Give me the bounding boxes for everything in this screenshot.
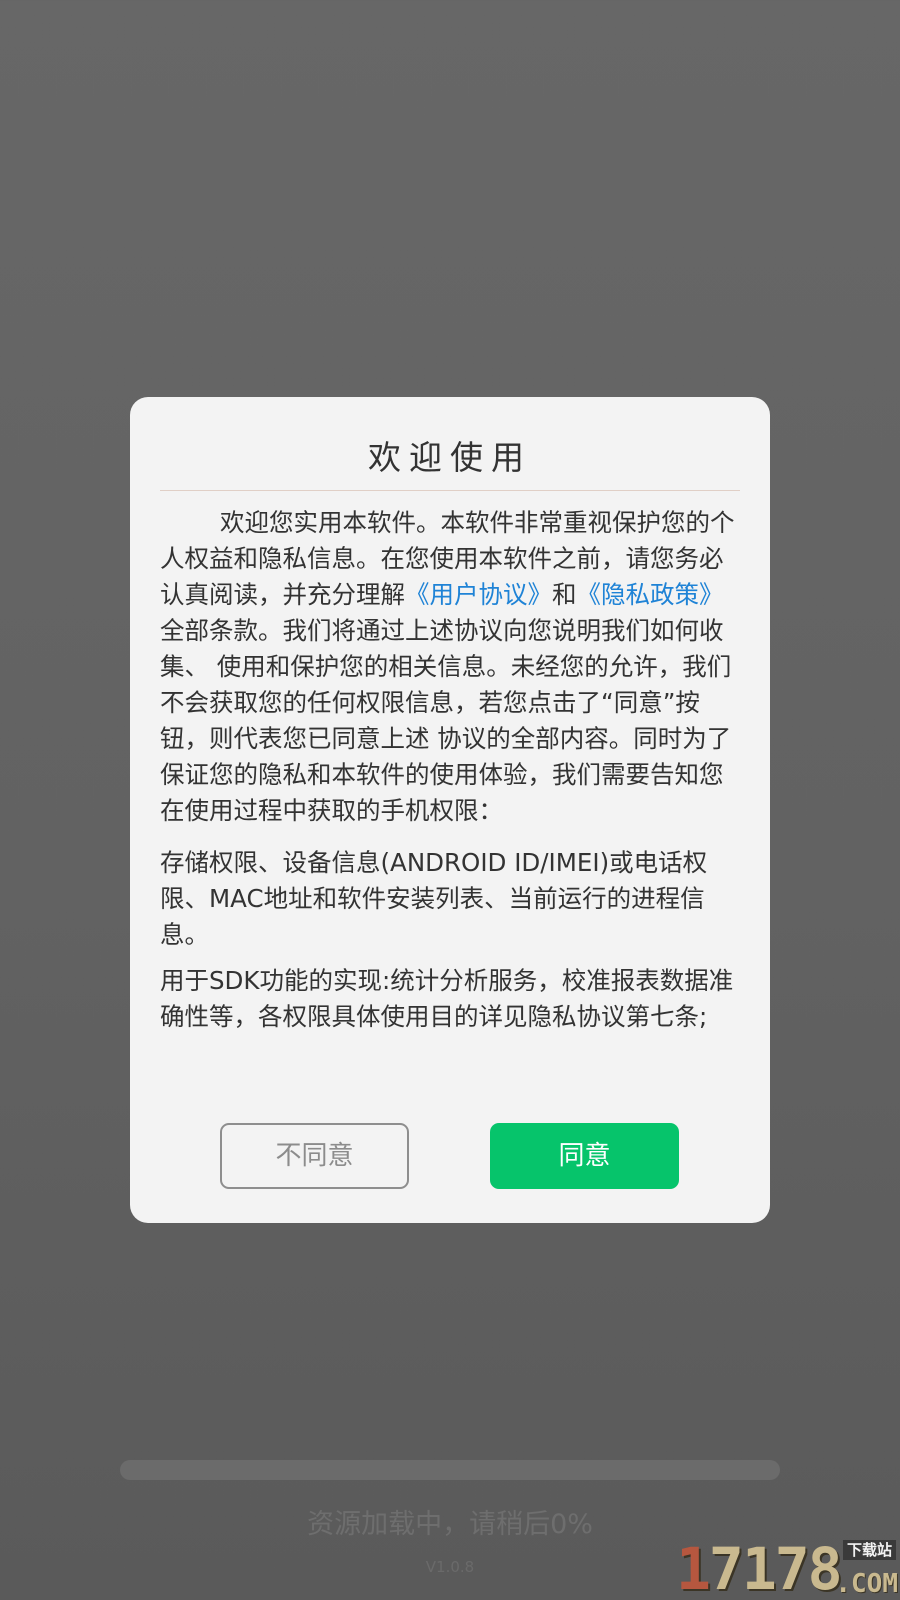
watermark-logo: 17178 下载站 .COM — [676, 1538, 900, 1600]
dialog-title: 欢迎使用 — [368, 438, 532, 477]
agreement-text-rest: 全部条款。我们将通过上述协议向您说明我们如何收集、 使用和保护您的相关信息。未经… — [160, 616, 732, 825]
agreement-paragraph: 欢迎您实用本软件。本软件非常重视保护您的个人权益和隐私信息。在您使用本软件之前，… — [160, 505, 742, 829]
permissions-paragraph: 存储权限、设备信息(ANDROID ID/IMEI)或电话权限、MAC地址和软件… — [160, 848, 708, 949]
sdk-usage-paragraph: 用于SDK功能的实现:统计分析服务，校准报表数据准确性等，各权限具体使用目的详见… — [160, 966, 734, 1031]
loading-progress-bar — [120, 1460, 780, 1480]
watermark-tag: 下载站 — [842, 1540, 896, 1560]
dialog-body: 欢迎您实用本软件。本软件非常重视保护您的个人权益和隐私信息。在您使用本软件之前，… — [160, 505, 742, 1035]
title-divider — [160, 490, 740, 491]
and-text: 和 — [552, 580, 577, 609]
agree-button[interactable]: 同意 — [490, 1123, 679, 1189]
user-agreement-link[interactable]: 《用户协议》 — [405, 580, 552, 609]
watermark-number: 17178 — [676, 1535, 843, 1600]
disagree-button[interactable]: 不同意 — [220, 1123, 409, 1189]
privacy-dialog: 欢迎使用 欢迎您实用本软件。本软件非常重视保护您的个人权益和隐私信息。在您使用本… — [130, 397, 770, 1223]
watermark-domain: .COM — [835, 1569, 898, 1599]
privacy-policy-link[interactable]: 《隐私政策》 — [577, 580, 724, 609]
